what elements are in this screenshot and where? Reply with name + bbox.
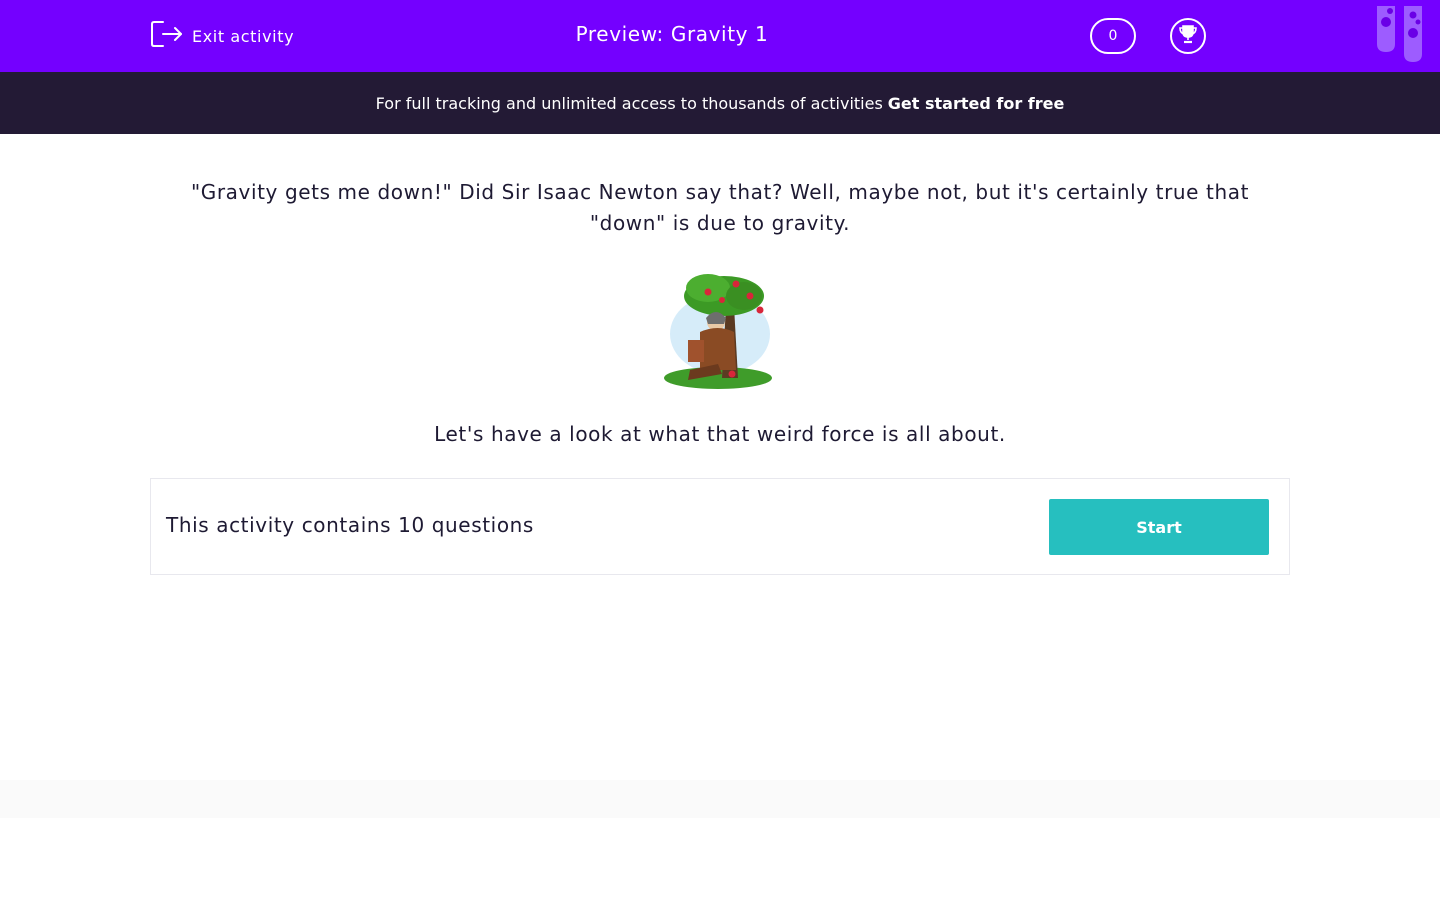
question-count-text: This activity contains 10 questions — [166, 513, 534, 537]
activity-card: This activity contains 10 questions Star… — [150, 478, 1290, 575]
score-counter: 0 — [1090, 18, 1136, 54]
progress-tubes-icon — [1374, 0, 1426, 66]
newton-under-apple-tree-illustration — [660, 266, 780, 394]
trophy-icon — [1177, 23, 1199, 49]
subtitle-text: Let's have a look at what that weird for… — [434, 422, 1006, 446]
footer-strip — [0, 780, 1440, 818]
promo-banner: For full tracking and unlimited access t… — [0, 72, 1440, 134]
intro-text: "Gravity gets me down!" Did Sir Isaac Ne… — [190, 180, 1250, 235]
promo-text: For full tracking and unlimited access t… — [375, 93, 883, 113]
trophy-button[interactable] — [1170, 18, 1206, 54]
get-started-link[interactable]: Get started for free — [888, 94, 1065, 113]
start-button[interactable]: Start — [1049, 499, 1269, 555]
page-title: Preview: Gravity 1 — [575, 22, 769, 46]
top-bar: Exit activity Preview: Gravity 1 0 — [0, 0, 1440, 72]
